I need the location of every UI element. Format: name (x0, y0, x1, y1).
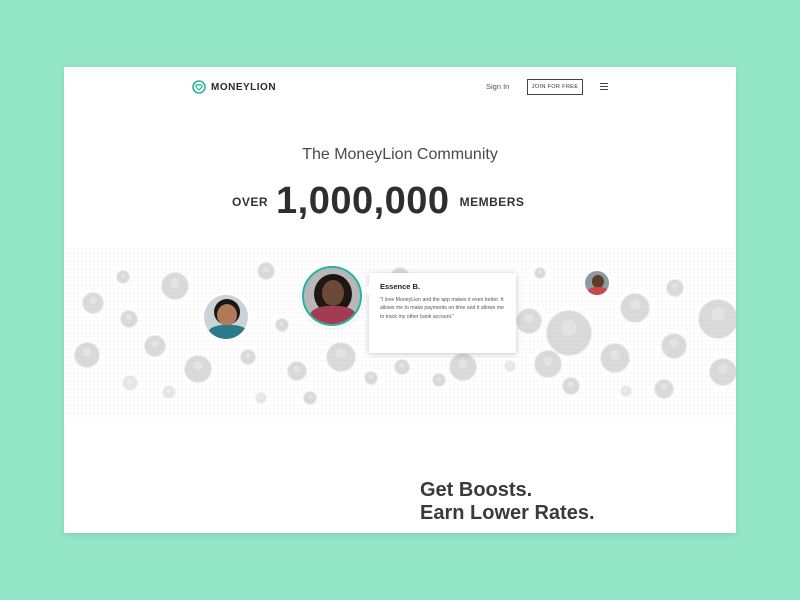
member-avatar (432, 373, 446, 387)
member-avatar (654, 379, 674, 399)
member-avatar (620, 385, 632, 397)
members-prefix: OVER (232, 194, 269, 209)
join-for-free-button[interactable]: JOIN FOR FREE (527, 79, 583, 95)
page-frame: MONEYLION Sign In JOIN FOR FREE The Mone… (64, 67, 736, 533)
sign-in-link[interactable]: Sign In (486, 82, 509, 91)
member-avatar (326, 342, 356, 372)
member-avatar (504, 360, 516, 372)
members-count: 1,000,000 (276, 180, 450, 222)
member-avatar (709, 358, 736, 386)
testimonial-card: Essence B. "I love MoneyLion and the app… (364, 273, 516, 353)
member-avatar (120, 310, 138, 328)
member-avatar (546, 310, 592, 356)
member-avatar (82, 292, 104, 314)
member-avatar (287, 361, 307, 381)
brand-name: MONEYLION (211, 81, 277, 93)
member-avatar (144, 335, 166, 357)
member-avatar (534, 350, 562, 378)
member-avatar (303, 391, 317, 405)
member-avatar (122, 375, 138, 391)
member-avatar (162, 385, 176, 399)
member-avatar (698, 299, 736, 339)
boosts-heading-line-2: Earn Lower Rates. (420, 502, 595, 524)
member-photo-avatar[interactable] (583, 269, 611, 297)
member-avatar (275, 318, 289, 332)
member-avatar (240, 349, 256, 365)
member-photo-avatar[interactable] (202, 293, 250, 341)
member-avatar (74, 342, 100, 368)
member-avatar (394, 359, 410, 375)
boosts-heading-line-1: Get Boosts. (420, 479, 533, 501)
brand-logo[interactable]: MONEYLION (192, 80, 276, 94)
featured-member-avatar-essence[interactable] (302, 266, 362, 326)
member-avatar (516, 308, 542, 334)
member-avatar (161, 272, 189, 300)
member-avatar (116, 270, 130, 284)
lion-heart-icon (192, 80, 206, 94)
member-avatar (449, 353, 477, 381)
member-avatar (661, 333, 687, 359)
member-avatar (666, 279, 684, 297)
member-avatar (364, 371, 378, 385)
boosts-heading: Get Boosts. Earn Lower Rates. (420, 479, 595, 525)
member-avatar (184, 355, 212, 383)
member-avatar (620, 293, 650, 323)
testimonial-name: Essence B. (380, 282, 421, 291)
member-avatar (562, 377, 580, 395)
testimonial-quote: "I love MoneyLion and the app makes it e… (380, 297, 504, 320)
member-avatar (534, 267, 546, 279)
member-avatar (600, 343, 630, 373)
hamburger-menu-icon[interactable] (600, 83, 608, 90)
community-title: The MoneyLion Community (302, 146, 498, 163)
members-suffix: MEMBERS (459, 194, 525, 209)
members-count-row: OVER 1,000,000 MEMBERS (232, 180, 524, 223)
member-avatar (257, 262, 275, 280)
member-avatar (255, 392, 267, 404)
